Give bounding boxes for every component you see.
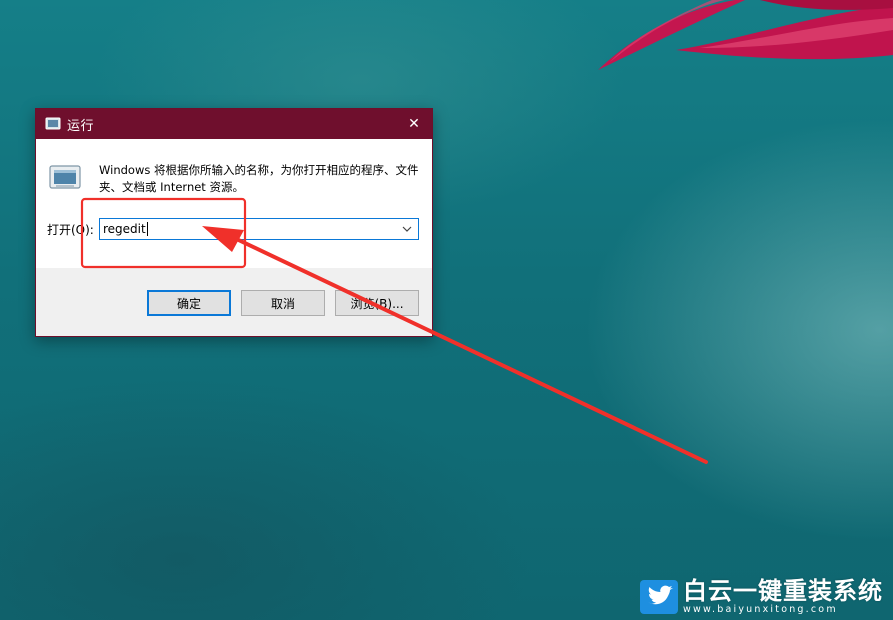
- open-label: 打开(O):: [47, 223, 94, 237]
- run-dialog: 运行 ✕ Windows 将根据你所输入的名称，为你打开相应的程序、文件夹、文档…: [35, 108, 433, 337]
- cancel-button[interactable]: 取消: [241, 290, 325, 316]
- open-input[interactable]: [100, 219, 396, 239]
- ok-button[interactable]: 确定: [147, 290, 231, 316]
- dialog-title: 运行: [67, 118, 95, 134]
- watermark-brand: 白云一键重装系统: [683, 577, 883, 605]
- dialog-description: Windows 将根据你所输入的名称，为你打开相应的程序、文件夹、文档或 Int…: [99, 163, 419, 194]
- run-program-icon: [49, 165, 81, 189]
- text-caret: [147, 222, 148, 236]
- close-button[interactable]: ✕: [396, 109, 432, 139]
- close-icon: ✕: [408, 116, 420, 132]
- title-bar: 运行 ✕: [36, 109, 432, 139]
- watermark: 白云一键重装系统 www.baiyunxitong.com: [640, 578, 883, 616]
- run-app-icon: [45, 116, 61, 132]
- dropdown-button[interactable]: [398, 219, 416, 239]
- watermark-url: www.baiyunxitong.com: [683, 604, 838, 615]
- open-combobox[interactable]: [99, 218, 419, 240]
- browse-button[interactable]: 浏览(B)...: [335, 290, 419, 316]
- dialog-body: Windows 将根据你所输入的名称，为你打开相应的程序、文件夹、文档或 Int…: [36, 139, 432, 268]
- chevron-down-icon: [402, 226, 412, 232]
- twitter-bird-logo-icon: [640, 580, 678, 614]
